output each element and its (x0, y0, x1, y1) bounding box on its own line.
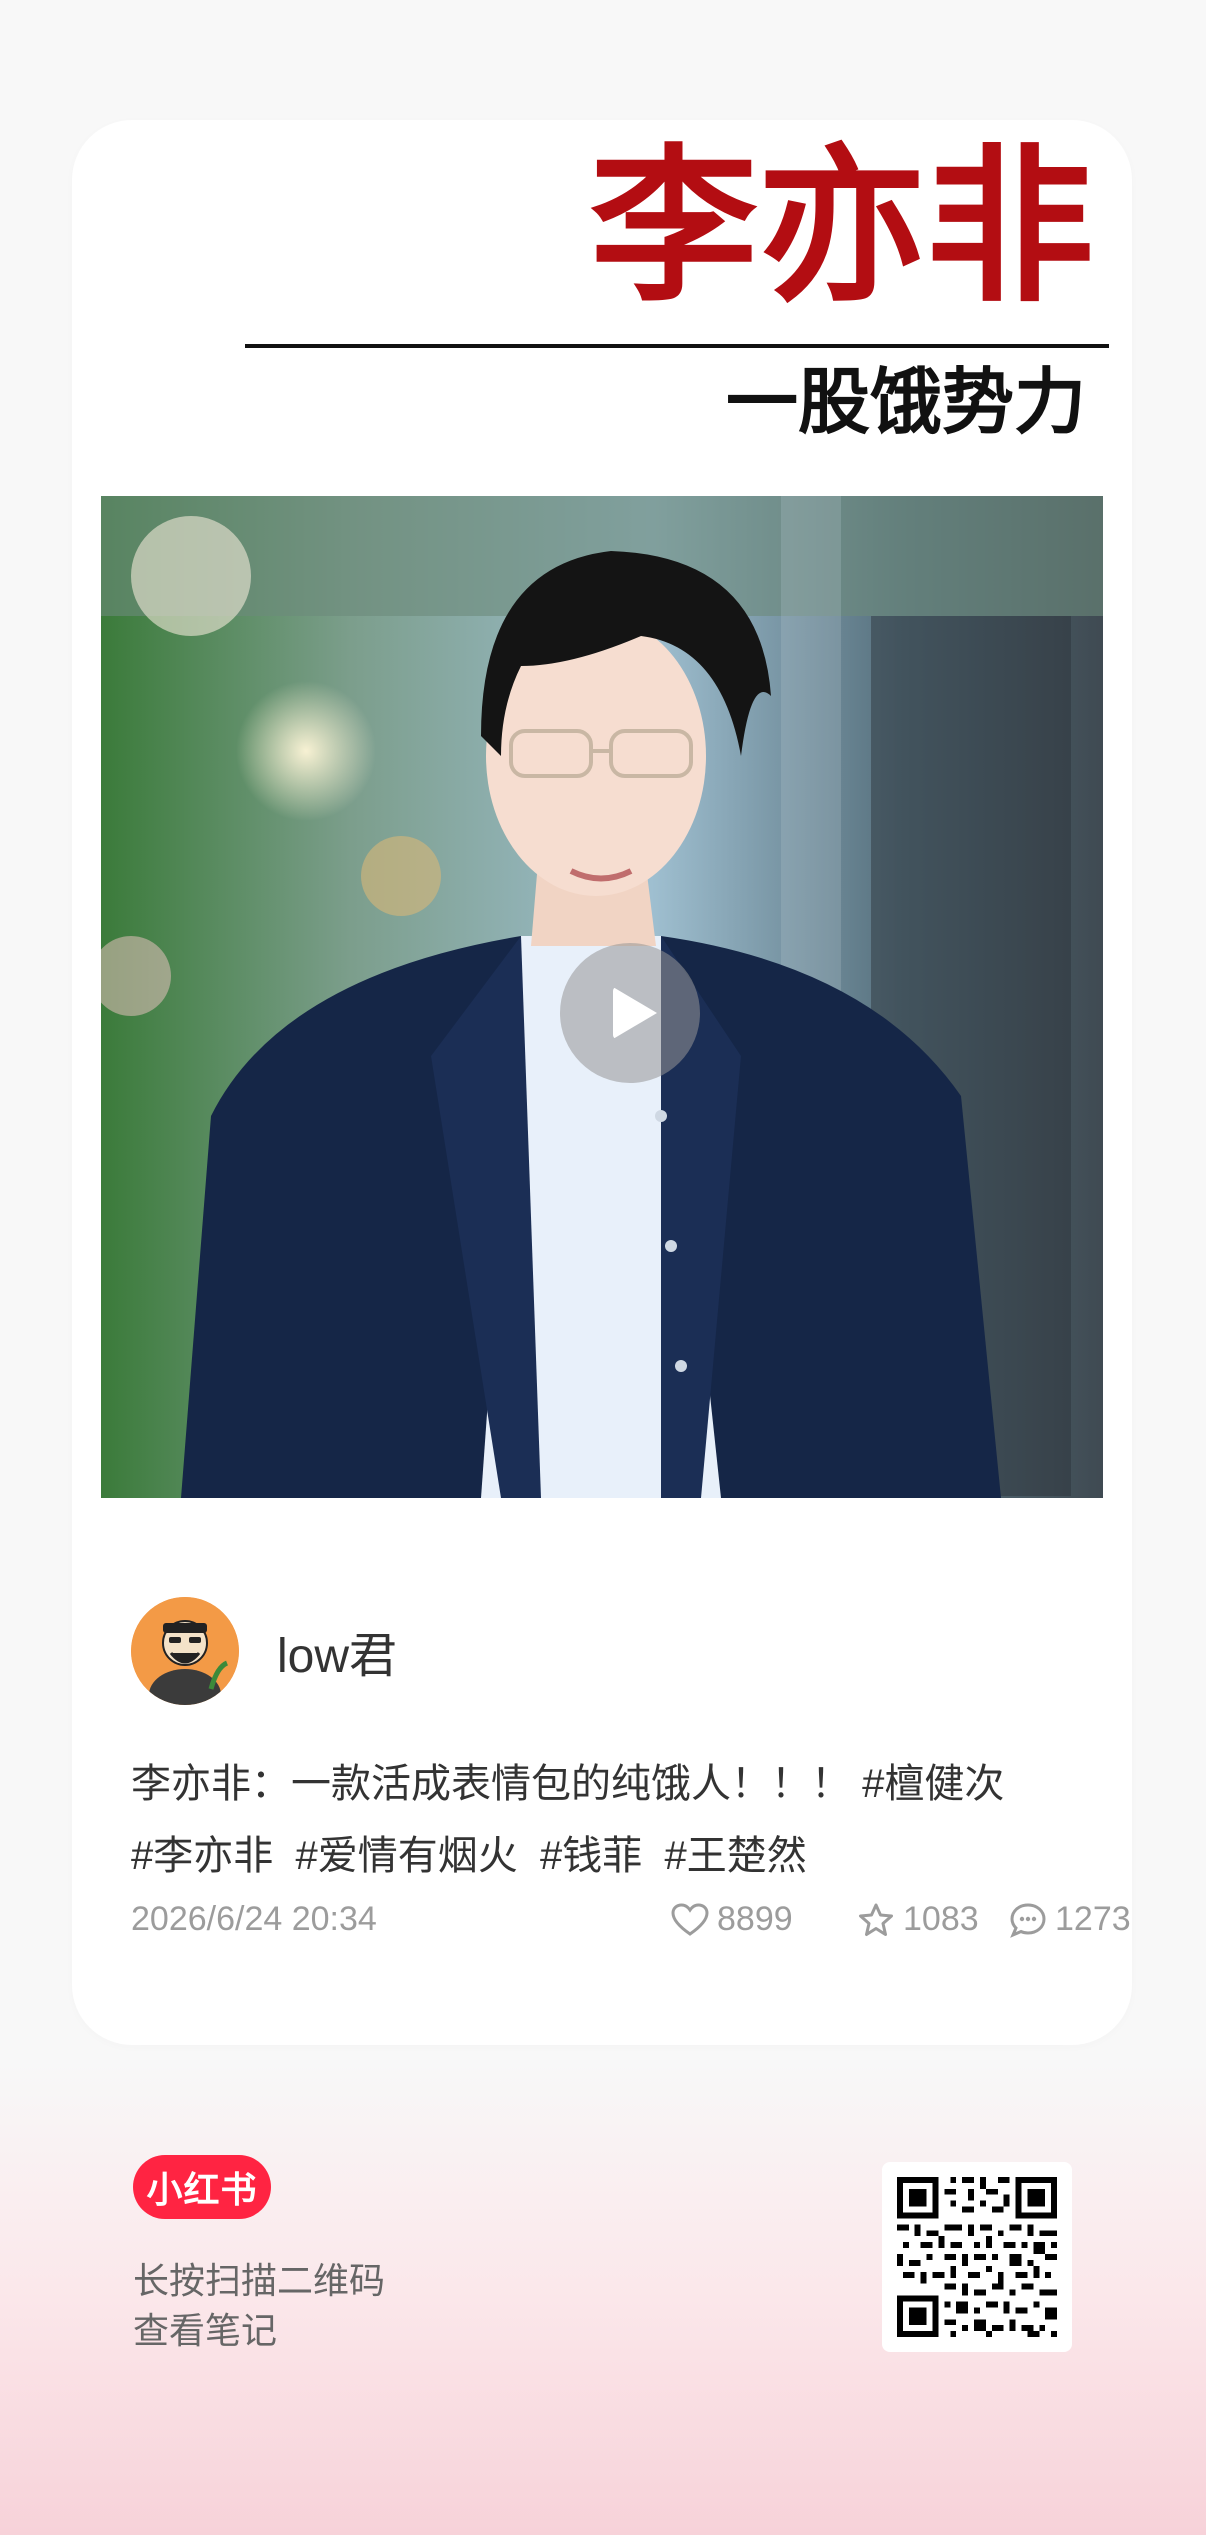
qr-instruction-line2: 查看笔记 (133, 2310, 278, 2351)
play-button[interactable] (560, 943, 700, 1083)
like-stat[interactable]: 8899 (671, 1900, 793, 1939)
qr-instruction-line1: 长按扫描二维码 (133, 2260, 386, 2301)
xiaohongshu-logo: 小红书 (133, 2155, 271, 2219)
star-icon (859, 1903, 893, 1936)
avatar[interactable] (131, 1597, 239, 1705)
post-text: 李亦非：一款活成表情包的纯饿人！！！ #檀健次 #李亦非 #爱情有烟火 #钱菲 … (131, 1748, 1111, 1892)
video-player[interactable] (101, 496, 1103, 1498)
hashtag[interactable]: #李亦非 (131, 1834, 273, 1878)
note-card: 李亦非 一股饿势力 low君 李亦非：一款活成表情包的纯饿人！！！ #檀健次 #… (72, 120, 1132, 2045)
hashtag[interactable]: #王楚然 (664, 1834, 806, 1878)
hashtag[interactable]: #爱情有烟火 (295, 1834, 517, 1878)
comment-count: 1273 (1055, 1900, 1131, 1938)
comment-stat[interactable]: 1273 (1009, 1900, 1131, 1939)
avatar-illustration (131, 1597, 239, 1705)
qr-code-icon (891, 2171, 1063, 2343)
hashtag[interactable]: #檀健次 (862, 1762, 1004, 1806)
hero-divider (245, 344, 1109, 348)
qr-code[interactable] (882, 2162, 1072, 2352)
heart-icon (671, 1902, 709, 1936)
play-icon (613, 987, 657, 1039)
comment-icon (1010, 1902, 1046, 1938)
author-name[interactable]: low君 (277, 1616, 397, 1686)
hashtag[interactable]: #钱菲 (540, 1834, 642, 1878)
author-row[interactable]: low君 (131, 1597, 397, 1705)
post-body: 李亦非：一款活成表情包的纯饿人！！！ (131, 1762, 851, 1806)
favorite-stat[interactable]: 1083 (857, 1900, 979, 1939)
hero-title: 李亦非 (590, 127, 1094, 325)
hero-subtitle: 一股饿势力 (725, 359, 1086, 444)
post-time: 2026/6/24 20:34 (131, 1900, 377, 1938)
qr-instructions: 长按扫描二维码 查看笔记 (133, 2256, 385, 2356)
post-meta: 2026/6/24 20:34 8899 1083 1273 (131, 1900, 1131, 1950)
favorite-count: 1083 (903, 1900, 979, 1938)
like-count: 8899 (717, 1900, 793, 1938)
